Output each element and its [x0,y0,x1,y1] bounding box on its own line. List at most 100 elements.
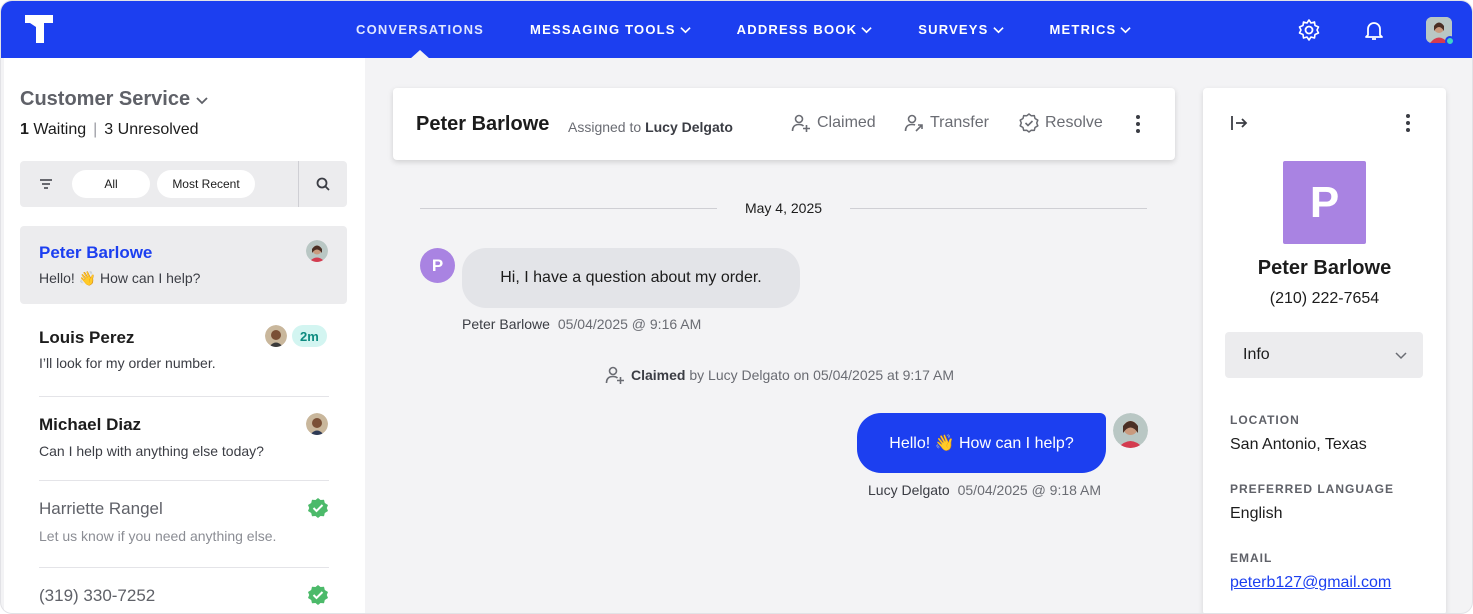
chevron-down-icon [1120,27,1132,34]
location-value: San Antonio, Texas [1230,436,1367,453]
transfer-user-icon [904,114,923,132]
more-options-icon[interactable] [1133,114,1143,134]
filter-bar: All Most Recent [20,161,347,207]
stats-divider: | [93,121,98,138]
search-icon[interactable] [315,176,331,192]
info-section-dropdown[interactable]: Info [1225,332,1423,378]
outgoing-message-meta: Lucy Delgato 05/04/2025 @ 9:18 AM [868,482,1101,498]
nav-item-label: METRICS [1049,22,1117,37]
online-status-dot [1445,35,1455,46]
agent-avatar [1113,413,1148,448]
date-separator-line [850,208,1147,209]
filter-all-button[interactable]: All [72,170,150,198]
outgoing-message-bubble: Hello! 👋 How can I help? [857,413,1106,473]
resolve-label: Resolve [1045,114,1103,131]
nav-item-address-book[interactable]: ADDRESS BOOK [737,1,873,58]
filter-icon[interactable] [38,176,54,192]
conversation-preview: I’ll look for my order number. [39,355,216,371]
notification-bell-icon[interactable] [1361,17,1387,43]
collapse-panel-icon[interactable] [1229,113,1249,133]
info-section-label: Info [1243,346,1270,363]
assigned-agent-avatar [306,240,328,262]
more-options-icon[interactable] [1403,113,1413,133]
transfer-button[interactable]: Transfer [904,113,989,133]
conversation-preview: Hello! 👋 How can I help? [39,270,201,286]
conversation-item-phone-number[interactable]: (319) 330-7252 [20,568,347,613]
conversation-item-michael-diaz[interactable]: Michael Diaz Can I help with anything el… [20,397,347,481]
assigned-agent-avatar [306,413,328,435]
nav-item-label: CONVERSATIONS [356,22,485,37]
message-sender: Lucy Delgato [868,482,950,498]
conversation-name: (319) 330-7252 [39,586,156,605]
assigned-agent-avatar [265,325,287,347]
settings-icon[interactable] [1296,17,1322,43]
queue-stats: 1 Waiting | 3 Unresolved [20,121,199,139]
event-detail: by Lucy Delgato on 05/04/2025 at 9:17 AM [689,367,954,383]
resolve-button[interactable]: Resolve [1019,113,1103,133]
nav-item-conversations[interactable]: CONVERSATIONS [356,1,485,59]
conversation-item-louis-perez[interactable]: Louis Perez I’ll look for my order numbe… [20,311,347,397]
filter-divider [298,161,299,207]
waiting-time-badge: 2m [292,325,327,347]
claim-user-icon [605,366,624,384]
chevron-down-icon [679,27,691,34]
nav-item-messaging-tools[interactable]: MESSAGING TOOLS [530,1,691,58]
resolved-check-icon [308,498,328,518]
location-label: LOCATION [1230,413,1300,427]
date-separator: May 4, 2025 [420,200,1147,218]
nav-item-label: SURVEYS [918,22,989,37]
contact-avatar: P [420,248,455,283]
conversation-preview: Can I help with anything else today? [39,443,264,459]
chevron-down-icon [992,27,1004,34]
incoming-message-meta: Peter Barlowe 05/04/2025 @ 9:16 AM [462,316,701,332]
conversation-item-harriette-rangel[interactable]: Harriette Rangel Let us know if you need… [20,481,347,568]
conversation-header: Peter Barlowe Assigned to Lucy Delgato C… [393,88,1175,160]
claimed-label: Claimed [817,114,876,131]
message-timestamp: 05/04/2025 @ 9:16 AM [557,316,702,332]
waiting-label: Waiting [33,121,87,138]
email-label: EMAIL [1230,551,1273,565]
conversation-name: Louis Perez [39,328,135,347]
nav-item-label: MESSAGING TOOLS [530,22,676,37]
contact-details-panel: P Peter Barlowe (210) 222-7654 Info LOCA… [1203,88,1446,613]
waiting-count: 1 [20,121,29,138]
language-label: PREFERRED LANGUAGE [1230,482,1395,496]
resolved-check-icon [308,585,328,605]
event-action: Claimed [631,367,686,383]
conversation-name: Michael Diaz [39,415,142,434]
incoming-message-bubble: Hi, I have a question about my order. [462,248,800,308]
nav-icons [1296,1,1455,58]
contact-phone: (210) 222-7654 [1269,290,1380,307]
claimed-button[interactable]: Claimed [791,113,876,133]
unresolved-label: Unresolved [117,121,199,138]
user-avatar[interactable] [1426,16,1455,46]
language-value: English [1230,505,1283,522]
conversation-name: Harriette Rangel [39,499,163,518]
nav-item-metrics[interactable]: METRICS [1050,1,1132,58]
nav-menu: CONVERSATIONS MESSAGING TOOLS ADDRESS BO… [356,1,1177,59]
nav-item-label: ADDRESS BOOK [736,22,858,37]
resolve-check-icon [1019,113,1039,133]
transfer-label: Transfer [930,114,989,131]
app-window: CONVERSATIONS MESSAGING TOOLS ADDRESS BO… [0,0,1473,614]
email-link[interactable]: peterb127@gmail.com [1230,574,1391,592]
contact-name: Peter Barlowe [1257,257,1392,279]
conversation-contact-name: Peter Barlowe [416,113,550,135]
queue-selector[interactable]: Customer Service [20,88,208,111]
unresolved-count: 3 [104,121,114,138]
top-navigation: CONVERSATIONS MESSAGING TOOLS ADDRESS BO… [1,1,1472,59]
claim-user-icon [791,114,810,132]
nav-item-surveys[interactable]: SURVEYS [918,1,1004,58]
queue-title: Customer Service [20,88,191,110]
message-sender: Peter Barlowe [462,316,550,332]
conversation-name: Peter Barlowe [39,243,153,262]
brand-logo-icon[interactable] [25,15,53,43]
claimed-event: Claimed by Lucy Delgato on 05/04/2025 at… [605,365,954,385]
contact-avatar-large: P [1283,161,1366,244]
chevron-down-icon [196,96,208,104]
assigned-prefix: Assigned to [568,119,642,135]
conversation-item-peter-barlowe[interactable]: Peter Barlowe Hello! 👋 How can I help? [20,226,347,304]
sort-most-recent-button[interactable]: Most Recent [157,170,255,198]
message-timestamp: 05/04/2025 @ 9:18 AM [957,482,1102,498]
assigned-info: Assigned to Lucy Delgato [568,119,733,135]
